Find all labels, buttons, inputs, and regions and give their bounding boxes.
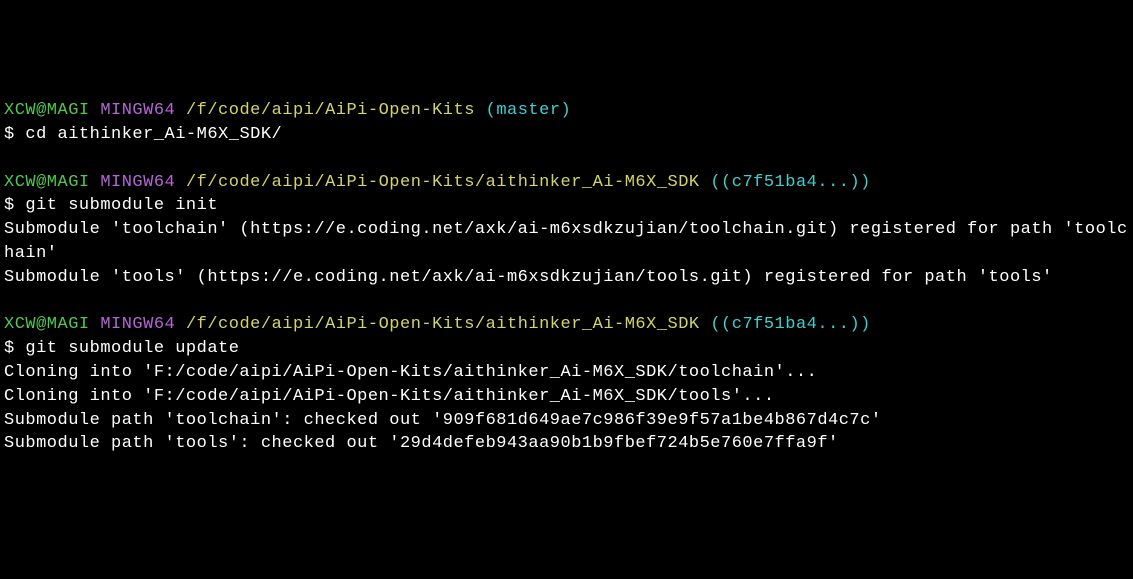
- cwd-path: /f/code/aipi/AiPi-Open-Kits/aithinker_Ai…: [186, 315, 700, 334]
- command-line-2: $ git submodule init: [4, 194, 1129, 218]
- branch-open: (: [700, 315, 721, 334]
- prompt-dollar: $: [4, 339, 25, 358]
- branch-close-wrap: ): [860, 315, 871, 334]
- prompt-line-1: XCW@MAGI MINGW64 /f/code/aipi/AiPi-Open-…: [4, 99, 1129, 123]
- output-line: Submodule 'toolchain' (https://e.coding.…: [4, 218, 1129, 266]
- prompt-line-3: XCW@MAGI MINGW64 /f/code/aipi/AiPi-Open-…: [4, 313, 1129, 337]
- branch-name: master: [496, 101, 560, 120]
- branch-open: (: [700, 173, 721, 192]
- output-line: Submodule path 'toolchain': checked out …: [4, 409, 1129, 433]
- output-line: Submodule path 'tools': checked out '29d…: [4, 432, 1129, 456]
- prompt-line-2: XCW@MAGI MINGW64 /f/code/aipi/AiPi-Open-…: [4, 171, 1129, 195]
- mingw-label: MINGW64: [100, 315, 175, 334]
- prompt-dollar: $: [4, 196, 25, 215]
- mingw-label: MINGW64: [100, 173, 175, 192]
- output-line: Cloning into 'F:/code/aipi/AiPi-Open-Kit…: [4, 361, 1129, 385]
- terminal[interactable]: XCW@MAGI MINGW64 /f/code/aipi/AiPi-Open-…: [4, 99, 1129, 456]
- branch-open: (: [475, 101, 496, 120]
- branch-name: (c7f51ba4...): [721, 315, 860, 334]
- mingw-label: MINGW64: [100, 101, 175, 120]
- branch-close: ): [561, 101, 572, 120]
- command-line-1: $ cd aithinker_Ai-M6X_SDK/: [4, 123, 1129, 147]
- user-host: XCW@MAGI: [4, 315, 90, 334]
- command-text: git submodule update: [25, 339, 239, 358]
- branch-name: (c7f51ba4...): [721, 173, 860, 192]
- user-host: XCW@MAGI: [4, 101, 90, 120]
- user-host: XCW@MAGI: [4, 173, 90, 192]
- prompt-dollar: $: [4, 125, 25, 144]
- branch-close-wrap: ): [860, 173, 871, 192]
- command-line-3: $ git submodule update: [4, 337, 1129, 361]
- output-line: Cloning into 'F:/code/aipi/AiPi-Open-Kit…: [4, 385, 1129, 409]
- output-line: Submodule 'tools' (https://e.coding.net/…: [4, 266, 1129, 290]
- cwd-path: /f/code/aipi/AiPi-Open-Kits: [186, 101, 475, 120]
- command-text: cd aithinker_Ai-M6X_SDK/: [25, 125, 282, 144]
- command-text: git submodule init: [25, 196, 218, 215]
- cwd-path: /f/code/aipi/AiPi-Open-Kits/aithinker_Ai…: [186, 173, 700, 192]
